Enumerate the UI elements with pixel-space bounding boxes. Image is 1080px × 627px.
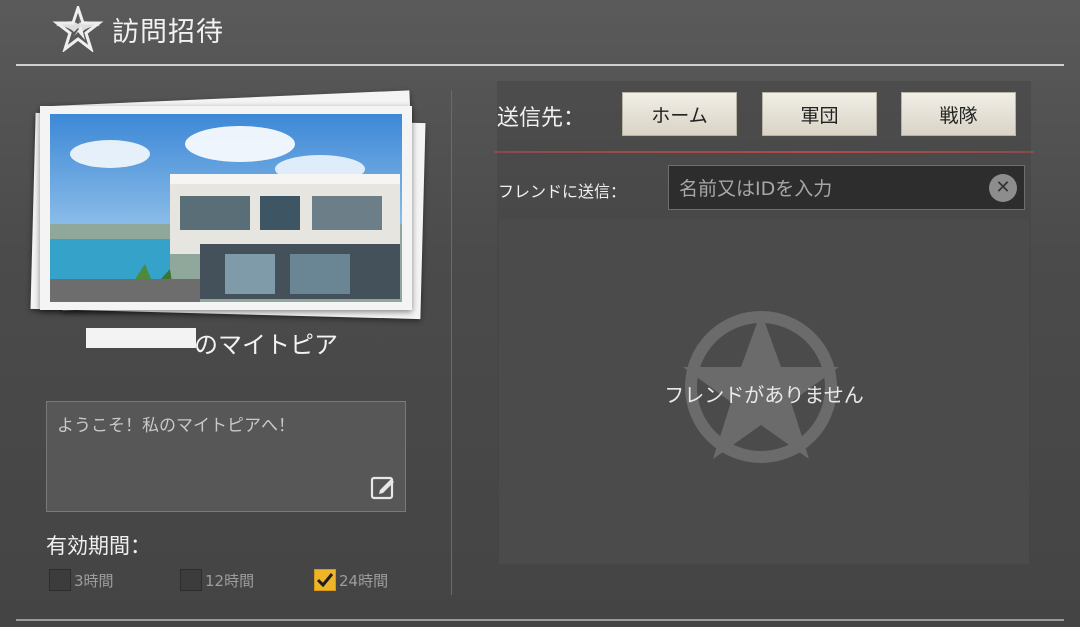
page-title: 訪問招待 bbox=[112, 17, 224, 48]
checkmark-icon bbox=[316, 573, 334, 588]
dest-legion-button[interactable]: 軍団 bbox=[762, 92, 877, 136]
send-to-label: 送信先： bbox=[497, 106, 586, 131]
edit-icon[interactable] bbox=[369, 473, 397, 501]
friend-list[interactable]: フレンドがありません bbox=[499, 219, 1029, 564]
owner-suffix: のマイトピア bbox=[194, 331, 338, 359]
owner-name-redacted bbox=[86, 328, 196, 348]
friend-search-input[interactable] bbox=[677, 172, 981, 206]
validity-label: 有効期間： bbox=[46, 534, 151, 558]
accent-divider bbox=[494, 151, 1034, 153]
dest-squad-button[interactable]: 戦隊 bbox=[901, 92, 1016, 136]
house-image bbox=[50, 114, 402, 302]
validity-option-label: 12時間 bbox=[205, 571, 255, 590]
checkbox-3h[interactable] bbox=[49, 569, 71, 591]
clear-icon[interactable]: ✕ bbox=[989, 174, 1017, 202]
empty-friends-text: フレンドがありません bbox=[664, 383, 864, 407]
header: 訪問招待 bbox=[0, 0, 1080, 64]
validity-option-24h[interactable]: 24時間 bbox=[314, 568, 388, 592]
checkbox-24h[interactable] bbox=[314, 569, 336, 591]
dest-home-button[interactable]: ホーム bbox=[622, 92, 737, 136]
welcome-message-box[interactable]: ようこそ！私のマイトピアへ！ bbox=[46, 401, 406, 512]
checkbox-12h[interactable] bbox=[180, 569, 202, 591]
validity-option-3h[interactable]: 3時間 bbox=[49, 568, 114, 592]
validity-option-label: 3時間 bbox=[74, 571, 114, 590]
validity-option-label: 24時間 bbox=[339, 571, 389, 590]
panel-divider bbox=[451, 90, 452, 595]
footer-divider bbox=[16, 619, 1064, 621]
welcome-message: ようこそ！私のマイトピアへ！ bbox=[57, 416, 295, 436]
house-preview-photo bbox=[40, 106, 412, 310]
star-emblem-icon bbox=[52, 6, 104, 52]
send-to-friend-label: フレンドに送信： bbox=[498, 182, 627, 201]
validity-option-12h[interactable]: 12時間 bbox=[180, 568, 254, 592]
friend-search-field[interactable]: ✕ bbox=[668, 165, 1025, 210]
header-divider bbox=[16, 64, 1064, 66]
